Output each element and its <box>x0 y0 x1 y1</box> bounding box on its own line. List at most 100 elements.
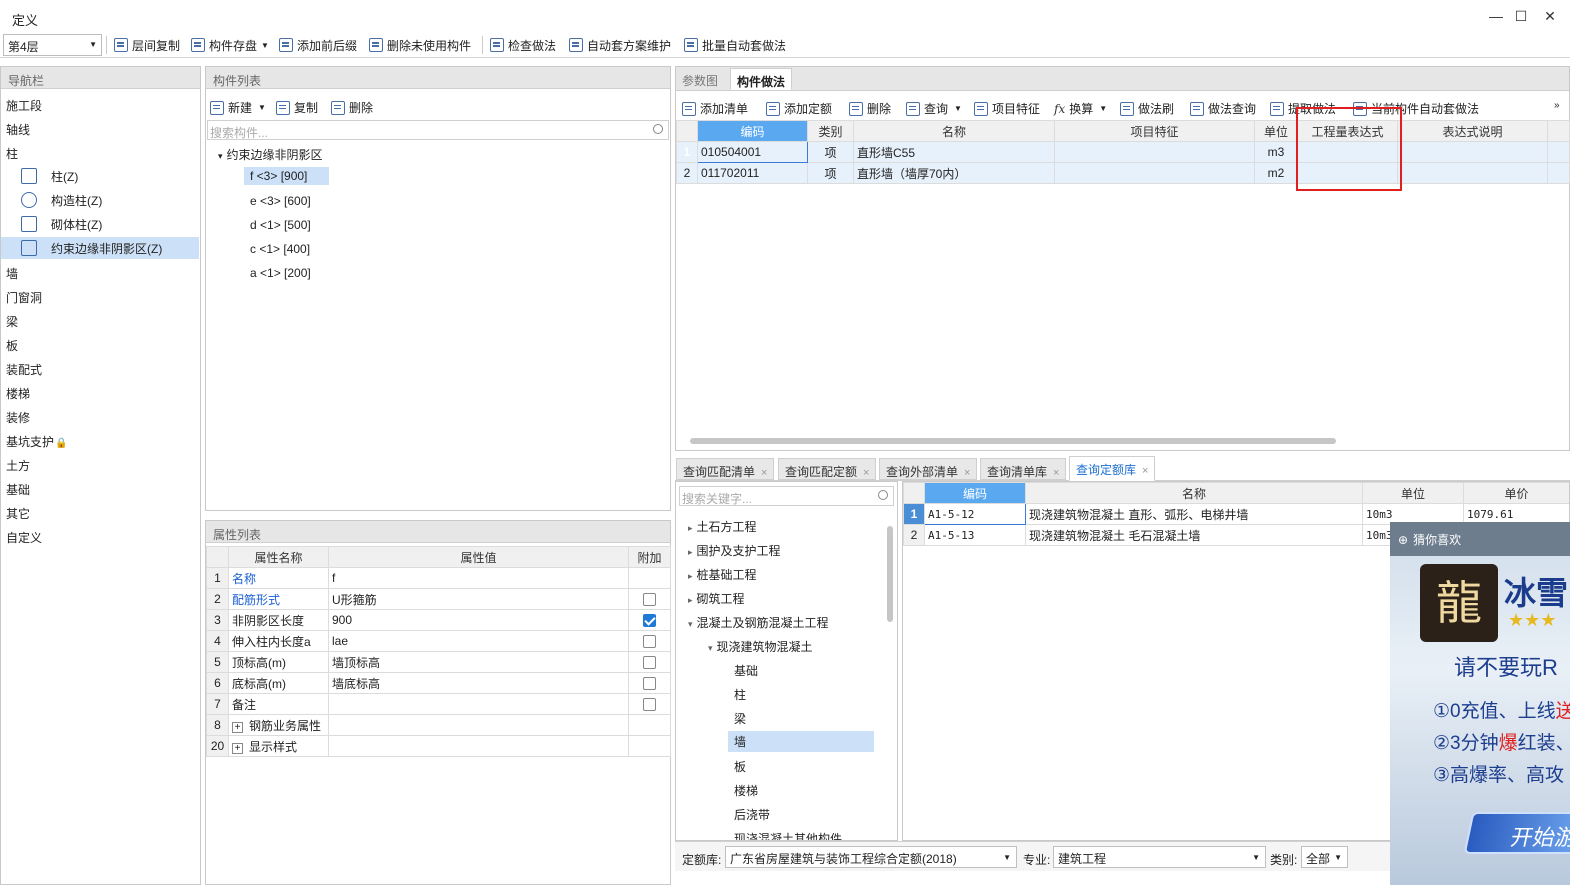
expand-icon[interactable]: + <box>232 742 243 754</box>
name-cell[interactable]: 直形墙C55 <box>853 141 1055 163</box>
close-button[interactable]: ✕ <box>1540 8 1560 26</box>
nav-sub-structural-column[interactable]: 构造柱(Z) <box>1 189 199 211</box>
property-value-cell[interactable] <box>328 714 629 736</box>
quota-lib-select[interactable]: 广东省房屋建筑与装饰工程综合定额(2018) ▼ <box>725 846 1017 868</box>
floor-select[interactable]: 第4层 ▼ <box>3 34 102 56</box>
nav-item-other[interactable]: 其它 <box>6 505 30 522</box>
code-cell[interactable]: 010504001 <box>697 141 808 163</box>
component-item[interactable]: f <3> [900] <box>244 167 329 185</box>
quota-tree-node[interactable]: 板 <box>734 758 746 775</box>
expand-icon[interactable]: ▸ <box>688 571 693 581</box>
attach-checkbox[interactable] <box>643 656 656 670</box>
nav-item-decoration[interactable]: 装修 <box>6 409 30 426</box>
save-component-button[interactable]: 构件存盘 ▼ <box>191 36 269 54</box>
property-value-cell[interactable]: lae <box>328 630 629 652</box>
property-row[interactable]: 3 非阴影区长度 900 <box>206 609 671 631</box>
horizontal-scrollbar[interactable] <box>690 438 1336 444</box>
check-method-button[interactable]: 检查做法 <box>490 36 556 54</box>
property-value-cell[interactable]: f <box>328 567 629 589</box>
property-value-cell[interactable]: 900 <box>328 609 629 631</box>
quota-tree-node[interactable]: 梁 <box>734 710 746 727</box>
attach-checkbox[interactable] <box>643 635 656 649</box>
property-row[interactable]: 20 + 显示样式 <box>206 735 671 757</box>
copy-between-floors-button[interactable]: 层间复制 <box>114 36 180 54</box>
property-value-cell[interactable] <box>328 735 629 757</box>
property-value-cell[interactable]: 墙顶标高 <box>328 651 629 673</box>
type-cell[interactable]: 项 <box>807 162 854 184</box>
feature-cell[interactable] <box>1054 162 1255 184</box>
component-search-input[interactable]: 搜索构件... <box>207 120 669 140</box>
nav-item-column[interactable]: 柱 <box>6 145 18 162</box>
nav-item-foundation[interactable]: 基础 <box>6 481 30 498</box>
quota-code-cell[interactable]: A1-5-12 <box>924 503 1026 525</box>
keyword-search-input[interactable]: 搜索关键字... <box>679 486 894 506</box>
nav-item-wall[interactable]: 墙 <box>6 265 18 282</box>
expand-icon[interactable]: ▸ <box>688 595 693 605</box>
nav-item-door-window[interactable]: 门窗洞 <box>6 289 42 306</box>
component-item[interactable]: a <1> [200] <box>250 266 311 280</box>
quota-tree-node[interactable]: ▾ 现浇建筑物混凝土 <box>708 638 813 655</box>
nav-item-slab[interactable]: 板 <box>6 337 18 354</box>
tab-component-method[interactable]: 构件做法 <box>730 68 793 90</box>
name-cell[interactable]: 直形墙（墙厚70内） <box>853 162 1055 184</box>
quota-tree-node[interactable]: 现浇混凝土其他构件 <box>734 830 842 840</box>
property-value-cell[interactable] <box>328 693 629 715</box>
quota-tree-node[interactable]: 后浇带 <box>734 806 770 823</box>
collapse-icon[interactable]: ▾ <box>708 643 713 653</box>
property-row[interactable]: 8 + 钢筋业务属性 <box>206 714 671 736</box>
delete-component-button[interactable]: 删除 <box>331 99 373 116</box>
method-query-button[interactable]: 做法查询 <box>1190 100 1256 117</box>
close-icon[interactable]: × <box>1142 465 1148 477</box>
convert-button[interactable]: fx 换算 ▼ <box>1054 100 1107 117</box>
method-row[interactable]: 1 010504001 项直形墙C55 m3 <box>676 141 1570 163</box>
tab-query-match-quota[interactable]: 查询匹配定额 × <box>778 458 877 480</box>
delete-unused-button[interactable]: 删除未使用构件 <box>369 36 471 54</box>
quota-name-cell[interactable]: 现浇建筑物混凝土 直形、弧形、电梯井墙 <box>1025 503 1363 525</box>
expand-icon[interactable]: ▸ <box>688 523 693 533</box>
component-item[interactable]: d <1> [500] <box>250 218 311 232</box>
component-item[interactable]: c <1> [400] <box>250 242 310 256</box>
expression-desc-cell[interactable] <box>1397 162 1548 184</box>
nav-item-axis[interactable]: 轴线 <box>6 121 30 138</box>
feature-cell[interactable] <box>1054 141 1255 163</box>
quota-tree-node[interactable]: ▸ 砌筑工程 <box>688 590 745 607</box>
attach-checkbox[interactable] <box>643 614 656 628</box>
close-icon[interactable]: × <box>761 467 767 479</box>
minimize-button[interactable]: — <box>1486 8 1506 26</box>
attach-checkbox[interactable] <box>643 593 656 607</box>
close-icon[interactable]: × <box>1053 467 1059 479</box>
code-cell[interactable]: 011702011 <box>697 162 808 184</box>
maximize-button[interactable]: ☐ <box>1511 8 1531 26</box>
attach-checkbox[interactable] <box>643 698 656 712</box>
nav-item-earthwork[interactable]: 土方 <box>6 457 30 474</box>
quota-tree-node[interactable]: ▾ 混凝土及钢筋混凝土工程 <box>688 614 829 631</box>
property-row[interactable]: 5 顶标高(m) 墙顶标高 <box>206 651 671 673</box>
tree-root[interactable]: ▾ 约束边缘非阴影区 <box>218 146 323 163</box>
quota-tree-node[interactable]: ▸ 土石方工程 <box>688 518 757 535</box>
tab-query-external-list[interactable]: 查询外部清单 × <box>879 458 978 480</box>
property-row[interactable]: 4 伸入柱内长度a lae <box>206 630 671 652</box>
batch-auto-method-button[interactable]: 批量自动套做法 <box>684 36 786 54</box>
close-icon[interactable]: × <box>863 467 869 479</box>
expand-icon[interactable]: ▸ <box>688 547 693 557</box>
copy-component-button[interactable]: 复制 <box>276 99 318 116</box>
add-prefix-suffix-button[interactable]: 添加前后缀 <box>279 36 357 54</box>
quota-name-cell[interactable]: 现浇建筑物混凝土 毛石混凝土墙 <box>1025 524 1363 546</box>
quota-code-cell[interactable]: A1-5-13 <box>924 524 1026 546</box>
nav-item-stairs[interactable]: 楼梯 <box>6 385 30 402</box>
nav-item-custom[interactable]: 自定义 <box>6 529 42 546</box>
unit-cell[interactable]: m2 <box>1254 162 1298 184</box>
property-row[interactable]: 6 底标高(m) 墙底标高 <box>206 672 671 694</box>
property-row[interactable]: 1 名称 f <box>206 567 671 589</box>
property-value-cell[interactable]: U形箍筋 <box>328 588 629 610</box>
nav-sub-column[interactable]: 柱(Z) <box>1 165 199 187</box>
more-commands-icon[interactable]: » <box>1554 100 1560 111</box>
ad-start-button[interactable]: 开始游 <box>1463 812 1570 854</box>
attach-checkbox[interactable] <box>643 677 656 691</box>
nav-sub-masonry-column[interactable]: 砌体柱(Z) <box>1 213 199 235</box>
ad-popup[interactable]: ⊕ 猜你喜欢 龍 冰雪 ★★★ 请不要玩R ①0充值、上线送 ②3分钟爆红装、 ③… <box>1390 522 1570 885</box>
tab-query-match-list[interactable]: 查询匹配清单 × <box>676 458 775 480</box>
add-list-button[interactable]: 添加清单 <box>682 100 748 117</box>
quota-tree-node[interactable]: 柱 <box>734 686 746 703</box>
major-select[interactable]: 建筑工程 ▼ <box>1053 846 1266 868</box>
